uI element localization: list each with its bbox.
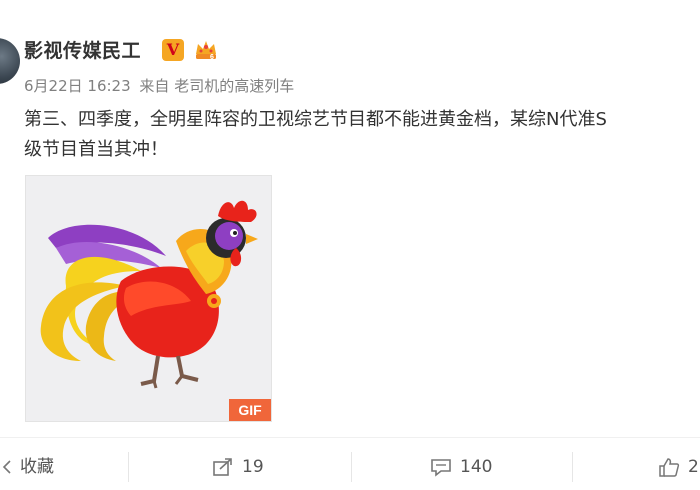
rooster-illustration bbox=[40, 200, 258, 389]
verified-badge-icon[interactable]: V bbox=[162, 39, 184, 61]
share-icon bbox=[213, 458, 232, 476]
action-bar: 收藏 19 140 2 bbox=[0, 448, 700, 486]
repost-count: 19 bbox=[242, 457, 264, 477]
post-text-line-1: 第三、四季度，全明星阵容的卫视综艺节目都不能进黄金档，某综N代准S bbox=[24, 109, 607, 130]
svg-text:6: 6 bbox=[210, 54, 214, 61]
post-source[interactable]: 老司机的高速列车 bbox=[174, 77, 294, 95]
avatar[interactable] bbox=[0, 38, 20, 84]
post-image[interactable]: GIF bbox=[25, 175, 272, 422]
comment-count: 140 bbox=[460, 457, 493, 477]
post-timestamp[interactable]: 6月22日 16:23 bbox=[24, 77, 131, 95]
post-text: 第三、四季度，全明星阵容的卫视综艺节目都不能进黄金档，某综N代准S 级节目首当其… bbox=[24, 105, 700, 165]
gif-badge: GIF bbox=[229, 399, 271, 421]
post-text-line-2: 级节目首当其冲！ bbox=[24, 139, 168, 160]
divider bbox=[0, 437, 700, 438]
like-button[interactable]: 2 bbox=[658, 448, 699, 486]
username[interactable]: 影视传媒民工 bbox=[24, 36, 141, 63]
action-separator bbox=[572, 452, 573, 482]
like-count: 2 bbox=[688, 457, 699, 477]
favorite-button[interactable]: 收藏 bbox=[0, 448, 54, 486]
post-meta: 6月22日 16:23 来自 老司机的高速列车 bbox=[24, 75, 294, 96]
thumbs-up-icon bbox=[659, 458, 680, 477]
comment-button[interactable]: 140 bbox=[430, 448, 492, 486]
source-prefix: 来自 bbox=[139, 77, 170, 95]
vip-crown-icon[interactable]: 6 bbox=[193, 38, 219, 62]
favorite-label: 收藏 bbox=[20, 457, 54, 477]
comment-icon bbox=[431, 459, 451, 477]
action-separator bbox=[128, 452, 129, 482]
action-separator bbox=[351, 452, 352, 482]
repost-button[interactable]: 19 bbox=[212, 448, 264, 486]
star-icon bbox=[2, 460, 11, 474]
